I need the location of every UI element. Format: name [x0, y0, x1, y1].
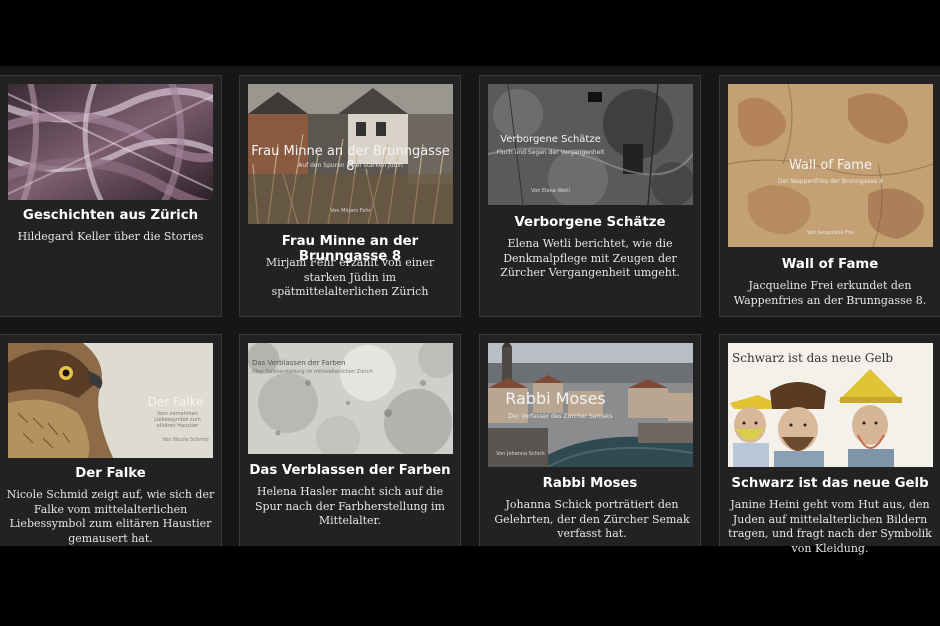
story-title[interactable]: Das Verblassen der Farben [240, 463, 460, 478]
story-title[interactable]: Rabbi Moses [480, 476, 700, 491]
story-card-schwarz-gelb[interactable]: Schwarz ist das neue Gelb Schwarz ist da… [719, 334, 940, 555]
thumbnail-overlay-title: Rabbi Moses [505, 389, 606, 408]
thumbnail-overlay-title: Der Falke [147, 395, 204, 409]
story-thumbnail[interactable]: Frau Minne an der Brunngasse 8 Auf den S… [248, 84, 453, 224]
story-title[interactable]: Verborgene Schätze [480, 215, 700, 230]
story-thumbnail[interactable]: Der Falke Vom vornehmen Liebessymbol zum… [8, 343, 213, 458]
thumbnail-overlay-subtitle: Vom vornehmen Liebessymbol zum elitären … [154, 411, 201, 429]
story-card-verborgene-schaetze[interactable]: Verborgene Schätze Fluch und Segen der V… [479, 75, 701, 317]
thumbnail-overlay-title: Verborgene Schätze [500, 134, 601, 145]
thumbnail-overlay-subtitle: Auf den Spuren einer starken Jüdin [298, 162, 403, 169]
story-thumbnail[interactable]: Verborgene Schätze Fluch und Segen der V… [488, 84, 693, 205]
thumbnail-overlay-byline: Von Mirjam Fehr [330, 208, 371, 214]
thumbnail-overlay-subtitle: Der Verfasser des Zürcher Semaks [508, 413, 613, 420]
story-thumbnail[interactable]: Wall of Fame Der Wappenfries der Brunnga… [728, 84, 933, 247]
story-thumbnail[interactable]: Rabbi Moses Der Verfasser des Zürcher Se… [488, 343, 693, 467]
story-thumbnail[interactable] [8, 84, 213, 200]
thumbnail-overlay-title: Das Verblassen der Farben [252, 359, 346, 367]
story-card-rabbi-moses[interactable]: Rabbi Moses Der Verfasser des Zürcher Se… [479, 334, 701, 546]
story-thumbnail[interactable]: Das Verblassen der Farben Über Farbherst… [248, 343, 453, 454]
thumbnail-overlay-subtitle: Über Farbherstellung im mittelalterliche… [252, 369, 373, 375]
story-title[interactable]: Wall of Fame [720, 257, 940, 272]
thumbnail-overlay-byline: Von Elena Wetli [531, 188, 570, 194]
thumbnail-overlay-byline: Von Nicole Schmid [162, 437, 209, 443]
thumbnail-overlay-byline: Von Johanna Schick [496, 451, 545, 457]
story-thumbnail[interactable]: Schwarz ist das neue Gelb [728, 343, 933, 467]
story-title[interactable]: Schwarz ist das neue Gelb [720, 476, 940, 491]
story-card-der-falke[interactable]: Der Falke Vom vornehmen Liebessymbol zum… [0, 334, 222, 546]
thumbnail-overlay-byline: Von Jacqueline Frei [806, 230, 855, 236]
story-description: Elena Wetli berichtet, wie die Denkmalpf… [500, 237, 680, 279]
story-description: Nicole Schmid zeigt auf, wie sich der Fa… [6, 488, 215, 545]
thumbnail-overlay-title: Schwarz ist das neue Gelb [732, 351, 894, 365]
thumbnail-overlay-subtitle: Fluch und Segen der Vergangenheit [496, 149, 605, 156]
story-title[interactable]: Geschichten aus Zürich [0, 208, 221, 223]
story-title[interactable]: Der Falke [0, 466, 221, 481]
story-description: Johanna Schick porträtiert den Gelehrten… [494, 498, 690, 540]
story-card-geschichten[interactable]: Geschichten aus Zürich Hildegard Keller … [0, 75, 222, 317]
thumbnail-overlay-subtitle: Der Wappenfries der Brunngasse 8 [777, 178, 883, 185]
thumbnail-overlay-title: Frau Minne an der Brunngasse 8 [251, 144, 450, 174]
thumbnail-overlay-title: Wall of Fame [789, 158, 872, 173]
story-card-verblassen[interactable]: Das Verblassen der Farben Über Farbherst… [239, 334, 461, 546]
story-description: Hildegard Keller über die Stories [17, 230, 204, 243]
story-description: Mirjam Fehr erzählt von einer starken Jü… [265, 256, 435, 298]
story-grid: Geschichten aus Zürich Hildegard Keller … [0, 66, 940, 555]
story-description: Janine Heini geht vom Hut aus, den Juden… [728, 498, 932, 555]
story-description: Helena Hasler macht sich auf die Spur na… [255, 485, 445, 527]
story-card-wall-of-fame[interactable]: Wall of Fame Der Wappenfries der Brunnga… [719, 75, 940, 317]
story-card-frau-minne[interactable]: Frau Minne an der Brunngasse 8 Auf den S… [239, 75, 461, 317]
story-description: Jacqueline Frei erkundet den Wappenfries… [733, 279, 927, 307]
